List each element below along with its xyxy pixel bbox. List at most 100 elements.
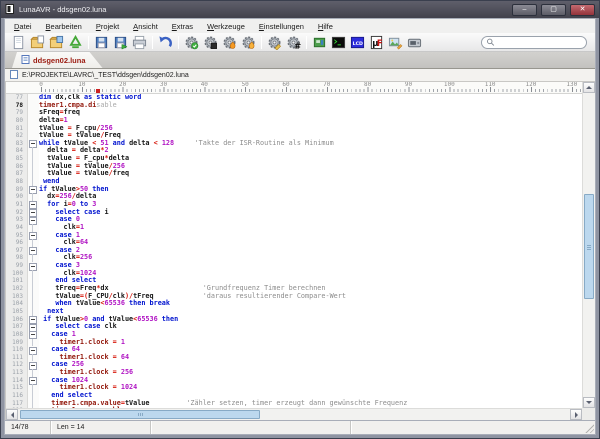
fold-collapse-box[interactable] [27,209,39,217]
search-icon [486,37,495,47]
scroll-left-button[interactable] [6,409,18,420]
menu-item-einstellungen[interactable]: Einstellungen [252,21,311,32]
uf-tool-button[interactable]: µF [367,34,386,51]
code-line-104[interactable]: 104 when tValue<65536 then break [6,300,582,308]
menu-item-bearbeiten[interactable]: Bearbeiten [39,21,89,32]
fold-collapse-box[interactable] [27,262,39,270]
compile-gear-check-button[interactable] [182,34,201,51]
print-icon [132,35,147,50]
new-file-button[interactable] [9,34,28,51]
minimize-button[interactable]: – [512,4,537,16]
menu-item-projekt[interactable]: Projekt [89,21,126,32]
compile-gear-dark-button[interactable] [201,34,220,51]
scrollbar-corner [582,408,595,420]
fold-collapse-box[interactable] [27,232,39,240]
fold-collapse-box[interactable] [27,346,39,354]
fold-margin [27,132,39,140]
horizontal-scrollbar[interactable] [6,408,582,420]
code-line-79[interactable]: 79sFreq=freq [6,109,582,117]
maximize-button[interactable]: ▢ [541,4,566,16]
code-line-97[interactable]: 97 case 2 [6,247,582,255]
line-number: 81 [6,125,27,133]
recycle-button[interactable] [66,34,85,51]
menu-item-datei[interactable]: Datei [7,21,39,32]
code-line-96[interactable]: 96 clk=64 [6,239,582,247]
fold-collapse-box[interactable] [27,316,39,324]
fold-collapse-box[interactable] [27,140,39,148]
fold-margin [27,254,39,262]
fold-collapse-box[interactable] [27,186,39,194]
open-project-button[interactable] [47,34,66,51]
line-number: 106 [6,316,27,324]
vertical-scrollbar[interactable] [582,82,595,408]
tab-ddsgen02[interactable]: ddsgen02.luna [12,52,103,68]
fold-collapse-box[interactable] [27,247,39,255]
fold-collapse-box[interactable] [27,216,39,224]
code-line-95[interactable]: 95 case 1 [6,232,582,240]
print-button[interactable] [130,34,149,51]
ruler-number: 50 [242,82,249,88]
line-number: 95 [6,232,27,240]
code-line-98[interactable]: 98 clk=256 [6,254,582,262]
gear-hash-button[interactable]: # [284,34,303,51]
line-number: 117 [6,400,27,408]
lcd-display-button[interactable]: LCD [348,34,367,51]
code-line-109[interactable]: 109 timer1.clock = 1 [6,339,582,347]
horizontal-scroll-thumb[interactable] [20,410,260,419]
code-line-93[interactable]: 93 case 0 [6,216,582,224]
menu-item-ansicht[interactable]: Ansicht [126,21,165,32]
code-editor[interactable]: 0102030405060708090100110120130 77dim dx… [5,82,595,420]
image-editor-button[interactable] [386,34,405,51]
chip-button[interactable] [310,34,329,51]
search-box[interactable] [481,36,587,49]
scroll-right-button[interactable] [570,409,582,420]
save-button[interactable] [92,34,111,51]
save-all-button[interactable] [111,34,130,51]
fold-margin [27,239,39,247]
gear-edit-button[interactable] [265,34,284,51]
toolbar-separator [306,36,307,49]
terminal-button[interactable] [329,34,348,51]
title-bar[interactable]: LunaAVR - ddsgen02.luna – ▢ ✕ [1,1,599,18]
fold-margin [27,125,39,133]
line-number: 115 [6,384,27,392]
code-line-111[interactable]: 111 timer1.clock = 64 [6,354,582,362]
fold-collapse-box[interactable] [27,331,39,339]
search-input[interactable] [498,39,582,46]
fold-collapse-box[interactable] [27,377,39,385]
menu-item-extras[interactable]: Extras [165,21,200,32]
code-line-113[interactable]: 113 timer1.clock = 256 [6,369,582,377]
code-line-78[interactable]: 78timer1.cmpa.disable [6,102,582,110]
menu-item-werkzeuge[interactable]: Werkzeuge [200,21,252,32]
scroll-down-button[interactable] [583,397,595,408]
status-cell-empty [351,421,595,434]
fold-margin [27,392,39,400]
code-line-94[interactable]: 94 clk=1 [6,224,582,232]
menu-item-hilfe[interactable]: Hilfe [311,21,340,32]
programmer-button[interactable] [405,34,424,51]
scroll-up-button[interactable] [583,82,595,93]
undo-icon [158,35,173,50]
fold-collapse-box[interactable] [27,361,39,369]
code-lines[interactable]: 77dim dx,clk as static word78timer1.cmpa… [6,94,582,408]
flash-gear-2-button[interactable] [239,34,258,51]
code-line-107[interactable]: 107 select case clk [6,323,582,331]
close-button[interactable]: ✕ [570,4,595,16]
fold-collapse-box[interactable] [27,201,39,209]
fold-margin [27,354,39,362]
gear-hash-icon: # [286,35,301,50]
line-number: 99 [6,262,27,270]
vertical-scroll-thumb[interactable] [584,194,594,299]
code-line-87[interactable]: 87 tValue = tValue/freq [6,170,582,178]
code-line-115[interactable]: 115 timer1.clock = 1024 [6,384,582,392]
open-folder-button[interactable] [28,34,47,51]
ruler-number: 0 [39,82,43,88]
up-arrow-icon [586,83,592,89]
code-line-92[interactable]: 92 select case i [6,209,582,217]
flash-gear-1-button[interactable] [220,34,239,51]
undo-button[interactable] [156,34,175,51]
lcd-display-icon: LCD [350,35,365,50]
window-body: DateiBearbeitenProjektAnsichtExtrasWerkz… [4,18,596,435]
fold-collapse-box[interactable] [27,323,39,331]
line-number: 78 [6,102,27,110]
